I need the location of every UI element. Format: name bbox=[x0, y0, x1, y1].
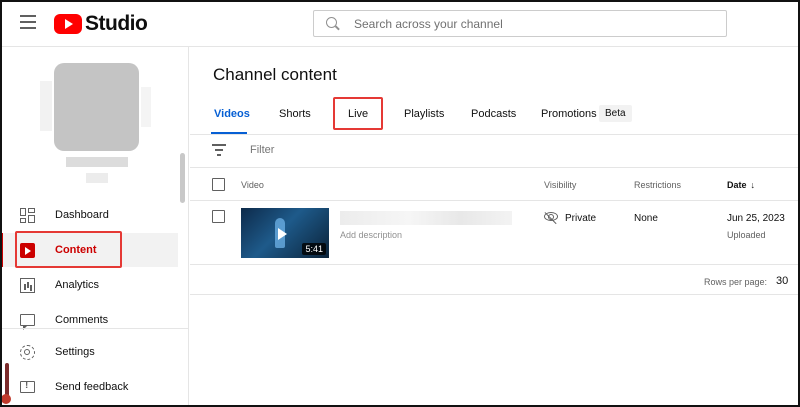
eye-off-icon bbox=[544, 212, 558, 221]
tab-playlists[interactable]: Playlists bbox=[404, 108, 444, 120]
sidebar-scrollbar[interactable] bbox=[180, 153, 185, 203]
tab-shorts[interactable]: Shorts bbox=[279, 108, 311, 120]
sidebar-item-label: Settings bbox=[55, 346, 95, 358]
sidebar-item-analytics[interactable]: Analytics bbox=[0, 268, 178, 302]
avatar-blur bbox=[40, 81, 52, 131]
sidebar-item-content[interactable]: Content bbox=[0, 233, 178, 267]
analytics-icon bbox=[20, 277, 35, 293]
avatar-blur bbox=[141, 87, 151, 127]
sidebar: Dashboard Content Analytics Comments Set… bbox=[0, 47, 189, 407]
sidebar-item-label: Send feedback bbox=[55, 381, 129, 393]
sort-descending-icon: ↓ bbox=[750, 180, 756, 190]
active-indicator bbox=[0, 233, 3, 267]
column-header-date[interactable]: Date ↓ bbox=[727, 180, 755, 190]
rows-per-page-select[interactable]: 30 bbox=[776, 275, 788, 287]
filter-icon[interactable] bbox=[212, 144, 226, 156]
volume-slider-handle[interactable] bbox=[1, 394, 11, 404]
hamburger-menu-icon[interactable] bbox=[20, 15, 36, 29]
feedback-icon bbox=[20, 380, 35, 393]
sidebar-item-label: Content bbox=[55, 244, 97, 256]
dashboard-icon bbox=[20, 207, 35, 223]
sidebar-item-dashboard[interactable]: Dashboard bbox=[0, 198, 178, 232]
sidebar-item-label: Dashboard bbox=[55, 209, 109, 221]
rows-per-page-label: Rows per page: bbox=[704, 277, 768, 287]
search-input[interactable] bbox=[354, 16, 694, 31]
beta-badge: Beta bbox=[599, 105, 632, 122]
youtube-play-icon bbox=[54, 14, 82, 34]
comments-icon bbox=[20, 314, 35, 330]
restrictions-value: None bbox=[634, 213, 658, 224]
sidebar-item-label: Comments bbox=[55, 314, 109, 326]
date-header-label: Date bbox=[727, 180, 747, 190]
row-divider bbox=[190, 264, 800, 265]
date-status: Uploaded bbox=[727, 230, 766, 240]
add-description-link[interactable]: Add description bbox=[340, 230, 402, 240]
tab-videos[interactable]: Videos bbox=[214, 108, 250, 120]
tab-live[interactable]: Live bbox=[348, 108, 368, 120]
channel-avatar[interactable] bbox=[54, 63, 139, 151]
filter-divider bbox=[190, 167, 800, 168]
sidebar-item-send-feedback[interactable]: Send feedback bbox=[0, 370, 178, 404]
filter-input[interactable] bbox=[250, 144, 450, 156]
header-divider bbox=[190, 200, 800, 201]
column-header-video[interactable]: Video bbox=[241, 180, 264, 190]
video-title-redacted[interactable] bbox=[340, 211, 512, 225]
settings-gear-icon bbox=[20, 344, 35, 360]
pagination-divider bbox=[190, 294, 800, 295]
search-icon[interactable] bbox=[326, 16, 340, 31]
channel-name-redacted bbox=[66, 157, 128, 167]
row-checkbox[interactable] bbox=[212, 210, 225, 223]
column-header-restrictions[interactable]: Restrictions bbox=[634, 180, 681, 190]
video-duration: 5:41 bbox=[302, 243, 326, 255]
sidebar-divider bbox=[0, 328, 189, 329]
select-all-checkbox[interactable] bbox=[212, 178, 225, 191]
search-box[interactable] bbox=[313, 10, 727, 37]
video-thumbnail[interactable]: 5:41 bbox=[241, 208, 329, 258]
date-value: Jun 25, 2023 bbox=[727, 213, 785, 224]
sidebar-item-comments[interactable]: Comments bbox=[0, 303, 178, 337]
channel-subtitle-redacted bbox=[86, 173, 108, 183]
visibility-value[interactable]: Private bbox=[565, 213, 596, 224]
sidebar-item-label: Analytics bbox=[55, 279, 100, 291]
play-icon bbox=[278, 228, 287, 240]
page-title: Channel content bbox=[213, 65, 337, 84]
tabs-divider bbox=[190, 134, 800, 135]
content-icon bbox=[20, 242, 35, 258]
sidebar-item-settings[interactable]: Settings bbox=[0, 335, 178, 369]
top-bar: Studio bbox=[0, 0, 800, 47]
tab-promotions[interactable]: Promotions bbox=[541, 108, 597, 120]
tab-podcasts[interactable]: Podcasts bbox=[471, 108, 516, 120]
column-header-visibility[interactable]: Visibility bbox=[544, 180, 576, 190]
logo-text: Studio bbox=[85, 12, 148, 35]
studio-logo[interactable]: Studio bbox=[54, 12, 148, 36]
